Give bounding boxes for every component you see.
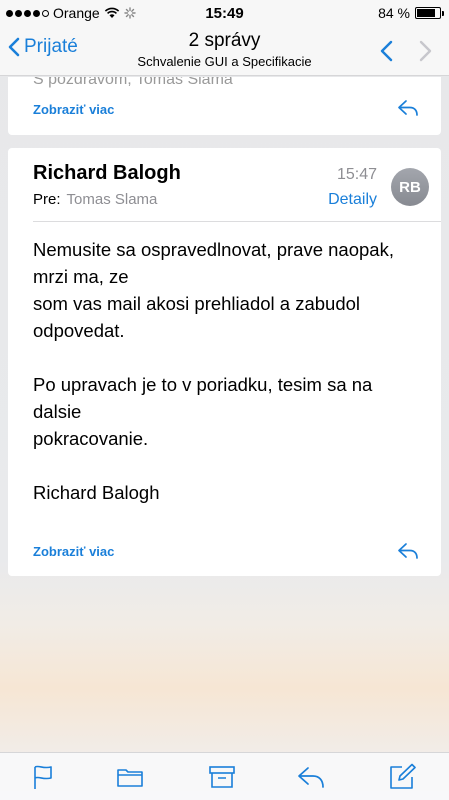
next-message-icon[interactable]	[419, 40, 433, 62]
reply-button[interactable]	[296, 762, 326, 792]
archive-button[interactable]	[207, 762, 237, 792]
flag-icon	[34, 765, 52, 789]
battery-status: 84 %	[378, 5, 444, 21]
reply-icon[interactable]	[397, 99, 419, 117]
body-line: Nemusite sa ospravedlnovat, prave naopak…	[33, 239, 394, 260]
show-more-link[interactable]: Zobraziť viac	[33, 102, 114, 117]
body-signature: Richard Balogh	[33, 479, 428, 506]
previous-message-icon[interactable]	[379, 40, 393, 62]
details-link[interactable]: Detaily	[328, 191, 377, 209]
battery-icon	[415, 7, 444, 19]
message-card: Richard Balogh Pre: Tomas Slama 15:47 Det…	[8, 148, 441, 576]
sender-name[interactable]: Richard Balogh	[33, 162, 181, 185]
previous-message-card: S pozdravom, Tomas Slama Zobraziť viac	[8, 77, 441, 135]
reply-icon	[298, 767, 324, 788]
move-to-folder-button[interactable]	[115, 762, 145, 792]
body-line: Po upravach je to v poriadku, tesim sa n…	[33, 374, 373, 395]
navigation-bar: Prijaté 2 správy Schvalenie GUI a Specif…	[0, 26, 449, 76]
folder-icon	[117, 769, 143, 787]
compose-icon	[390, 763, 416, 789]
message-time: 15:47	[336, 166, 377, 183]
avatar[interactable]: RB	[391, 168, 429, 206]
recipient-name[interactable]: Tomas Slama	[67, 191, 158, 208]
body-line: som vas mail akosi prehliadol a zabudol	[33, 293, 361, 314]
bottom-toolbar	[0, 752, 449, 800]
message-navigation	[379, 40, 433, 62]
flag-button[interactable]	[28, 762, 58, 792]
archive-icon	[209, 766, 235, 788]
battery-level	[417, 9, 436, 17]
compose-button[interactable]	[387, 762, 417, 792]
to-label: Pre:	[33, 191, 61, 208]
header-divider	[33, 221, 441, 222]
body-line: Richard Balogh	[33, 482, 160, 503]
recipient-row: Pre: Tomas Slama	[33, 191, 157, 208]
message-body: Nemusite sa ospravedlnovat, prave naopak…	[33, 236, 428, 533]
body-line: mrzi ma, ze	[33, 266, 129, 287]
body-line: pokracovanie.	[33, 428, 149, 449]
status-bar: Orange 15:49 84 %	[0, 0, 449, 26]
body-line: dalsie	[33, 401, 82, 422]
body-paragraph: Po upravach je to v poriadku, tesim sa n…	[33, 371, 428, 452]
body-paragraph: Nemusite sa ospravedlnovat, prave naopak…	[33, 236, 428, 344]
show-more-link[interactable]: Zobraziť viac	[33, 544, 114, 559]
battery-percent: 84 %	[378, 5, 410, 21]
reply-icon[interactable]	[397, 542, 419, 560]
body-line: odpovedat.	[33, 320, 125, 341]
